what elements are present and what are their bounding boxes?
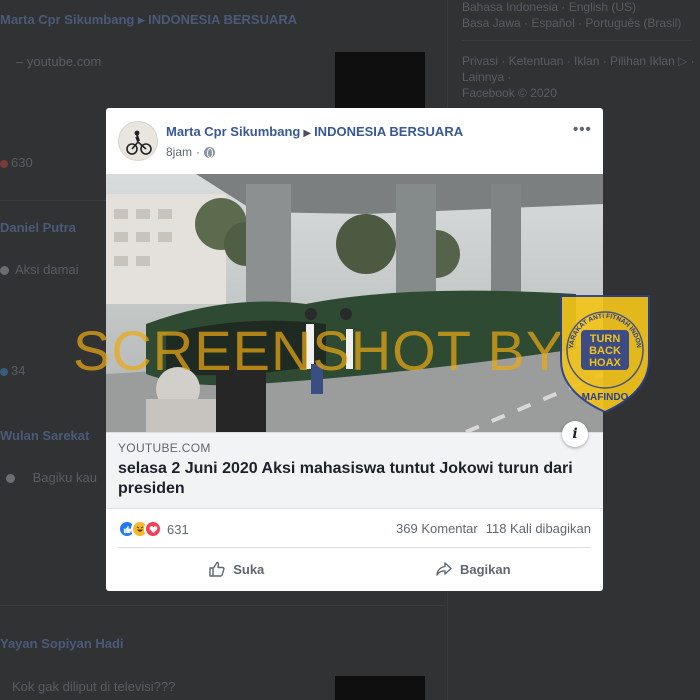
like-button[interactable]: Suka (118, 554, 355, 584)
bg-comment-text: Kok gak diliput di televisi??? (12, 679, 176, 694)
avatar (0, 266, 9, 275)
badge-line-1: TURN (590, 333, 621, 345)
love-reaction-icon (144, 520, 162, 538)
badge-line-2: BACK (589, 345, 621, 357)
divider (0, 605, 445, 606)
post-author-line: Marta Cpr Sikumbang ▶ INDONESIA BERSUARA (166, 124, 463, 139)
post-time[interactable]: 8jam (166, 145, 192, 159)
like-label: Suka (233, 561, 265, 577)
link-title[interactable]: selasa 2 Juni 2020 Aksi mahasiswa tuntut… (118, 459, 588, 499)
divider (118, 547, 591, 548)
bg-post-group[interactable]: INDONESIA BERSUARA (148, 12, 297, 27)
like-icon (0, 368, 8, 376)
bicycle-icon (126, 130, 152, 155)
reaction-count[interactable]: 631 (167, 522, 189, 537)
thumbs-up-icon (209, 561, 225, 577)
badge-line-3: HOAX (589, 357, 621, 369)
badge-bottom-text: MAFINDO (582, 392, 629, 403)
info-icon[interactable]: i (562, 421, 588, 447)
bg-comment-author[interactable]: Wulan Sarekat (0, 428, 89, 443)
engagement-counts: 369 Komentar 118 Kali dibagikan (396, 521, 591, 536)
post-stats: 631 369 Komentar 118 Kali dibagikan (118, 518, 591, 540)
bg-post-snippet: – youtube.com (16, 54, 102, 69)
caret-right-icon: ▶ (303, 128, 312, 139)
post-group[interactable]: INDONESIA BERSUARA (314, 124, 463, 139)
post-author[interactable]: Marta Cpr Sikumbang (166, 124, 300, 139)
sidebar-languages[interactable]: Bahasa Indonesia · English (US) (462, 0, 636, 14)
bg-comment-text: Bagiku kau (6, 470, 97, 485)
comment-count[interactable]: 369 Komentar (396, 521, 478, 536)
sidebar-languages[interactable]: Basa Jawa · Español · Português (Brasil) (462, 16, 681, 30)
protest-scene-image (106, 174, 603, 432)
bg-post-thumbnail[interactable] (335, 676, 425, 700)
more-options-button[interactable]: ••• (573, 121, 592, 138)
bg-post-author[interactable]: Marta Cpr Sikumbang (0, 12, 134, 27)
bg-post-thumbnail[interactable] (335, 52, 425, 108)
sidebar-links[interactable]: Privasi · Ketentuan · Iklan · Pilihan Ik… (462, 54, 695, 68)
bg-reaction-count: 630 (0, 155, 33, 170)
author-avatar[interactable] (118, 121, 158, 161)
bg-comment-author[interactable]: Yayan Sopiyan Hadi (0, 636, 124, 651)
share-arrow-icon (436, 562, 452, 576)
bg-comment-text: Aksi damai (0, 262, 79, 277)
share-count[interactable]: 118 Kali dibagikan (486, 521, 591, 536)
share-label: Bagikan (459, 561, 511, 577)
sidebar-copyright: Facebook © 2020 (462, 86, 557, 100)
divider (462, 40, 692, 41)
avatar (6, 474, 15, 483)
bg-comment-author[interactable]: Daniel Putra (0, 220, 76, 235)
post-header: Marta Cpr Sikumbang ▶ INDONESIA BERSUARA 8… (106, 108, 603, 172)
reactions-summary[interactable]: 631 (118, 520, 189, 538)
turnbackhoax-badge: MASYARAKAT ANTI FITNAH INDONESIA TURN BA… (553, 288, 650, 414)
post-actions: Suka Bagikan (118, 554, 591, 584)
link-domain: YOUTUBE.COM (118, 441, 211, 455)
bg-post-header: Marta Cpr Sikumbang ▸ INDONESIA BERSUARA (0, 12, 298, 27)
bg-comment-count: 34 (0, 363, 25, 378)
watermark-text: SCREENSHOT BY (73, 319, 565, 382)
share-button[interactable]: Bagikan (355, 554, 592, 584)
link-preview[interactable]: i YOUTUBE.COM selasa 2 Juni 2020 Aksi ma… (106, 421, 603, 509)
video-thumbnail[interactable] (106, 174, 603, 432)
globe-icon (204, 146, 216, 158)
heart-icon (0, 160, 8, 168)
post-meta: 8jam · (166, 145, 216, 159)
sidebar-links[interactable]: Lainnya · (462, 70, 511, 84)
